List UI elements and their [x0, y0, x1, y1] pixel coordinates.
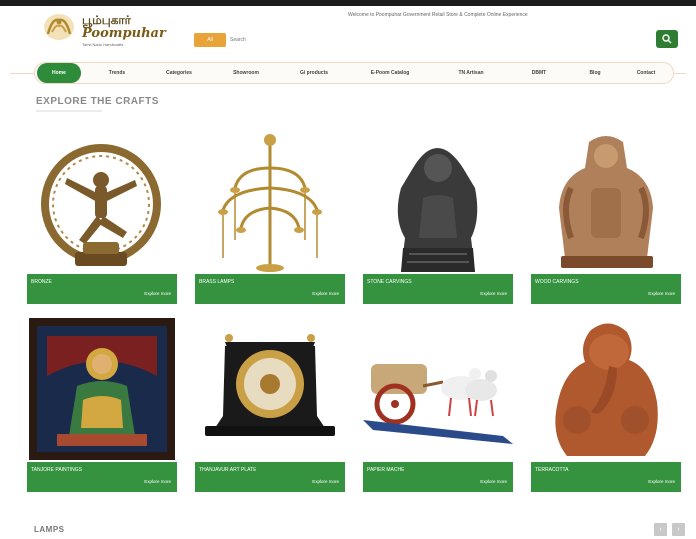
explore-more-link[interactable]: Explore more [144, 291, 171, 296]
explore-more-link[interactable]: Explore more [312, 479, 339, 484]
logo-emblem-icon [44, 14, 74, 40]
explore-more-link[interactable]: Explore more [648, 479, 675, 484]
lamps-section-title: LAMPS [34, 525, 65, 534]
product-name[interactable]: THANJAVUR ART PLATE [199, 467, 256, 473]
product-image[interactable] [531, 316, 681, 460]
product-caption[interactable]: TANJORE PAINTINGS Explore more [27, 462, 177, 492]
logo-brand-text: Poompuhar [82, 26, 166, 41]
search-input[interactable] [230, 33, 650, 47]
product-caption[interactable]: BRONZE Explore more [27, 274, 177, 304]
product-name[interactable]: TERRACOTTA [535, 467, 569, 473]
welcome-text: Welcome to Poompuhar Government Retail S… [348, 12, 528, 18]
nav-item-showroom[interactable]: Showroom [221, 63, 271, 83]
terracotta-ganesha-icon [555, 323, 658, 456]
main-nav: Home Trends Categories Showroom Gi produ… [34, 62, 674, 84]
section-title: EXPLORE THE CRAFTS [36, 96, 159, 107]
top-bar [0, 0, 696, 6]
product-caption[interactable]: STONE CARVINGS Explore more [363, 274, 513, 304]
nataraja-statue-icon [41, 144, 161, 266]
product-image[interactable] [195, 128, 345, 272]
product-image[interactable] [531, 128, 681, 272]
product-caption[interactable]: THANJAVUR ART PLATE Explore more [195, 462, 345, 492]
product-caption[interactable]: WOOD CARVINGS Explore more [531, 274, 681, 304]
product-name[interactable]: BRONZE [31, 279, 52, 285]
product-image[interactable] [27, 316, 177, 460]
bullock-cart-icon [363, 364, 513, 444]
product-name[interactable]: STONE CARVINGS [367, 279, 412, 285]
product-caption[interactable]: TERRACOTTA Explore more [531, 462, 681, 492]
product-image[interactable] [363, 316, 513, 460]
product-caption[interactable]: PAPIER MACHE Explore more [363, 462, 513, 492]
wood-carving-icon [559, 136, 653, 268]
search-icon [662, 34, 672, 44]
stone-sculpture-icon [397, 148, 478, 272]
prev-arrow-icon[interactable]: ‹ [654, 523, 667, 536]
nav-item-epoom-catalog[interactable]: E-Poom Catalog [357, 63, 423, 83]
next-arrow-icon[interactable]: › [672, 523, 685, 536]
product-name[interactable]: BRASS LAMPS [199, 279, 234, 285]
nav-item-blog[interactable]: Blog [577, 63, 613, 83]
product-caption[interactable]: BRASS LAMPS Explore more [195, 274, 345, 304]
nav-item-tn-artisan[interactable]: TN Artisan [445, 63, 497, 83]
product-name[interactable]: TANJORE PAINTINGS [31, 467, 82, 473]
product-name[interactable]: WOOD CARVINGS [535, 279, 579, 285]
tanjore-painting-icon [29, 318, 175, 460]
brass-lamp-icon [218, 134, 322, 272]
product-name[interactable]: PAPIER MACHE [367, 467, 404, 473]
explore-more-link[interactable]: Explore more [144, 479, 171, 484]
nav-item-gi-products[interactable]: Gi products [287, 63, 341, 83]
explore-more-link[interactable]: Explore more [480, 479, 507, 484]
product-image[interactable] [195, 316, 345, 460]
product-image[interactable] [27, 128, 177, 272]
product-image[interactable] [363, 128, 513, 272]
explore-more-link[interactable]: Explore more [480, 291, 507, 296]
search-category-select[interactable]: All [194, 33, 226, 47]
nav-item-contact[interactable]: Contact [623, 63, 669, 83]
explore-more-link[interactable]: Explore more [312, 291, 339, 296]
nav-item-trends[interactable]: Trends [93, 63, 141, 83]
logo[interactable]: பூம்புகார் Poompuhar Tamil Nadu Handicra… [42, 12, 166, 48]
logo-tagline: Tamil Nadu Handicrafts [82, 42, 124, 47]
nav-item-dbmt[interactable]: DBMT [519, 63, 559, 83]
explore-more-link[interactable]: Explore more [648, 291, 675, 296]
art-plate-icon [205, 334, 335, 436]
section-underline [36, 110, 102, 112]
nav-item-categories[interactable]: Categories [153, 63, 205, 83]
search-button[interactable] [656, 30, 678, 48]
nav-item-home[interactable]: Home [37, 63, 81, 83]
